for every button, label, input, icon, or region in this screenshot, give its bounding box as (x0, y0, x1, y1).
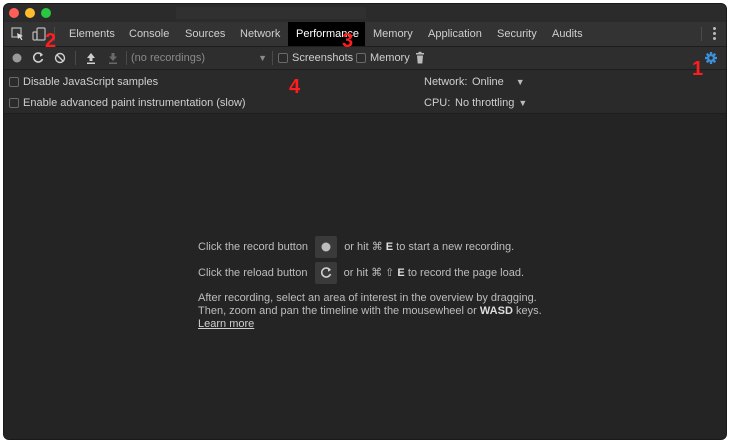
record-button[interactable] (315, 236, 338, 258)
reload-hint-key: E (397, 266, 405, 279)
record-icon[interactable] (10, 50, 24, 66)
toolbar-divider (272, 51, 273, 65)
trash-icon[interactable] (414, 50, 426, 66)
record-hint-text: Click the record button (198, 240, 309, 253)
reload-hint-shortcut-prefix: or hit ⌘ ⇧ (343, 266, 398, 279)
tab-memory[interactable]: Memory (365, 22, 421, 46)
learn-more-row: Learn more (198, 318, 254, 330)
record-hint-shortcut-prefix: or hit ⌘ (344, 240, 386, 253)
capture-settings-gear-icon[interactable] (704, 50, 718, 66)
toolbar-divider (75, 51, 76, 65)
after-recording-line-1: After recording, select an area of inter… (198, 292, 537, 304)
reload-hint-suffix: to record the page load. (404, 266, 525, 279)
save-profile-icon[interactable] (106, 50, 120, 66)
cpu-throttle-value: No throttling (455, 97, 515, 109)
devtools-window: Elements Console Sources Network Perform… (4, 4, 726, 439)
after-recording-suffix: keys. (512, 305, 542, 317)
recordings-select-value: (no recordings) (131, 52, 205, 64)
close-window-button[interactable] (9, 8, 19, 18)
reload-hint-text: Click the reload button (198, 266, 308, 279)
disable-js-samples-checkbox[interactable] (9, 77, 19, 87)
reload-hint: Click the reload button or hit ⌘ ⇧ E to … (198, 262, 524, 284)
performance-landing: Click the record button or hit ⌘ E to st… (4, 114, 726, 439)
learn-more-link[interactable]: Learn more (198, 318, 254, 330)
reload-record-icon[interactable] (31, 50, 45, 66)
cpu-throttle-select[interactable]: No throttling ▼ (455, 97, 527, 109)
annotation-marker-3: 3 (342, 30, 354, 52)
record-hint: Click the record button or hit ⌘ E to st… (198, 236, 514, 258)
inspect-element-icon[interactable] (10, 26, 26, 42)
network-throttle-value: Online (472, 76, 504, 88)
minimize-window-button[interactable] (25, 8, 35, 18)
tab-divider-right (701, 27, 702, 41)
chevron-down-icon: ▼ (515, 77, 525, 87)
tab-sources[interactable]: Sources (177, 22, 233, 46)
advanced-paint-label: Enable advanced paint instrumentation (s… (23, 97, 246, 109)
screenshots-checkbox[interactable] (278, 53, 288, 63)
recordings-select[interactable]: (no recordings) ▼ (131, 50, 267, 66)
tab-audits[interactable]: Audits (544, 22, 591, 46)
record-hint-suffix: to start a new recording. (393, 240, 515, 253)
title-bar (4, 4, 726, 22)
tab-network[interactable]: Network (232, 22, 288, 46)
advanced-paint-checkbox[interactable] (9, 98, 19, 108)
load-profile-icon[interactable] (84, 50, 98, 66)
cpu-throttle-label: CPU: (424, 97, 451, 109)
window-title-area (176, 7, 366, 19)
chevron-down-icon: ▼ (518, 98, 528, 108)
capture-settings-pane: Disable JavaScript samples Enable advanc… (4, 70, 726, 114)
after-recording-text: Then, zoom and pan the timeline with the… (198, 305, 480, 317)
chevron-down-icon: ▼ (258, 53, 267, 63)
record-hint-key: E (385, 240, 394, 253)
performance-toolbar: (no recordings) ▼ Screenshots Memory (4, 47, 726, 70)
network-throttle-select[interactable]: Online ▼ (472, 76, 525, 88)
tab-application[interactable]: Application (420, 22, 490, 46)
toolbar-divider (126, 51, 127, 65)
reload-button[interactable] (314, 262, 337, 284)
wasd-key: WASD (479, 305, 513, 317)
tab-console[interactable]: Console (121, 22, 177, 46)
tab-elements[interactable]: Elements (61, 22, 123, 46)
screenshots-label: Screenshots (292, 52, 354, 64)
memory-label: Memory (370, 52, 410, 64)
tab-security[interactable]: Security (489, 22, 545, 46)
annotation-marker-4: 4 (289, 76, 301, 98)
network-throttle-label: Network: (424, 76, 468, 88)
annotation-marker-1: 1 (692, 58, 704, 80)
after-recording-line-2: Then, zoom and pan the timeline with the… (198, 305, 542, 317)
memory-checkbox[interactable] (356, 53, 366, 63)
more-options-icon[interactable] (713, 27, 716, 41)
tab-performance[interactable]: Performance (288, 22, 365, 46)
maximize-window-button[interactable] (41, 8, 51, 18)
panel-tab-bar: Elements Console Sources Network Perform… (4, 22, 726, 47)
disable-js-samples-label: Disable JavaScript samples (23, 76, 159, 88)
annotation-marker-2: 2 (45, 30, 57, 52)
